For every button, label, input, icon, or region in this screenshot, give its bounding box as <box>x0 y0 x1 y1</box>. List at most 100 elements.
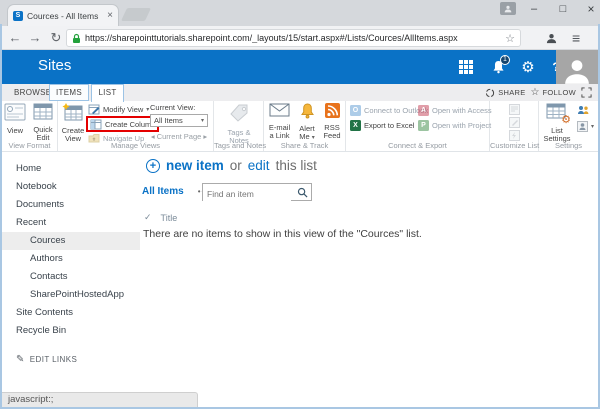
sidebar-item-home[interactable]: Home <box>2 160 140 178</box>
tab-items[interactable]: ITEMS <box>49 84 89 101</box>
quick-edit-button[interactable]: Quick Edit <box>30 103 56 142</box>
form-web-parts-button[interactable] <box>509 104 520 115</box>
alert-me-button[interactable]: Alert Me ▾ <box>295 103 319 142</box>
chrome-menu-icon[interactable]: ≡ <box>572 29 580 47</box>
address-bar[interactable]: https://sharepointtutorials.sharepoint.c… <box>66 29 521 47</box>
export-to-excel-button[interactable]: X Export to Excel <box>350 120 414 131</box>
edit-list-link[interactable]: edit <box>248 158 270 173</box>
site-title[interactable]: Sites <box>38 57 71 74</box>
tab-list[interactable]: LIST <box>91 84 124 102</box>
email-link-button[interactable]: E-mail a Link <box>266 103 293 140</box>
maximize-button[interactable]: □ <box>552 0 574 18</box>
plus-circle-icon[interactable]: + <box>146 159 160 173</box>
rss-feed-button[interactable]: RSS Feed <box>320 103 344 140</box>
app-launcher-icon[interactable] <box>452 50 480 84</box>
outlook-icon: O <box>350 105 361 116</box>
sidebar-item-documents[interactable]: Documents <box>2 196 140 214</box>
close-button[interactable]: × <box>580 0 600 18</box>
previous-page-icon[interactable]: ◂ <box>151 132 155 141</box>
settings-gear-icon[interactable]: ⚙ <box>514 50 542 84</box>
create-column-icon <box>90 118 102 130</box>
find-item-searchbox <box>202 183 312 201</box>
shared-with-button[interactable] <box>577 105 589 115</box>
ribbon: View Quick Edit View Format Create View … <box>2 101 598 152</box>
rss-icon <box>325 103 340 118</box>
edit-links-button[interactable]: ✎ EDIT LINKS <box>2 354 140 365</box>
sidebar-item-recycle-bin[interactable]: Recycle Bin <box>2 322 140 340</box>
connect-to-outlook-button[interactable]: O Connect to Outlook <box>350 105 428 116</box>
sidebar-item-contacts[interactable]: Contacts <box>2 268 140 286</box>
dropdown-caret-icon: ▾ <box>201 117 204 124</box>
forward-button[interactable]: → <box>26 29 44 47</box>
person-icon <box>546 33 557 44</box>
edit-list-icon <box>509 117 520 128</box>
empty-list-message: There are no items to show in this view … <box>143 228 422 240</box>
bookmark-star-icon[interactable]: ☆ <box>505 32 515 45</box>
people-icon <box>577 105 589 115</box>
ribbon-group-connect-export: O Connect to Outlook X Export to Excel A… <box>346 101 490 151</box>
follow-star-icon: ☆ <box>531 87 540 98</box>
tab-close-icon[interactable]: × <box>107 11 113 21</box>
tag-icon <box>227 103 251 123</box>
page-navigation[interactable]: ◂ Current Page ▸ <box>148 132 210 141</box>
reload-button[interactable]: ↻ <box>47 29 65 47</box>
tab-title: Cources - All Items <box>27 11 103 21</box>
quick-launch-nav: Home Notebook Documents Recent Cources A… <box>2 152 140 392</box>
search-icon[interactable] <box>297 187 308 198</box>
tab-browse[interactable]: BROWSE <box>14 84 51 101</box>
share-icon <box>485 88 495 98</box>
minimize-button[interactable]: – <box>523 0 545 18</box>
next-page-icon[interactable]: ▸ <box>203 132 207 141</box>
workflow-settings-button[interactable]: ▾ <box>577 121 594 132</box>
open-with-project-button[interactable]: P Open with Project <box>418 120 491 131</box>
sidebar-item-notebook[interactable]: Notebook <box>2 178 140 196</box>
create-view-button[interactable]: Create View <box>60 103 86 143</box>
select-all-check-icon[interactable]: ✓ <box>144 212 152 223</box>
chrome-profile-icon[interactable] <box>546 31 557 49</box>
form-web-parts-icon <box>509 104 520 115</box>
list-column-header: ✓ Title <box>144 212 177 223</box>
current-view-label: Current View: <box>150 103 195 112</box>
https-lock-icon <box>72 33 81 44</box>
notifications-bell-icon[interactable]: 1 <box>484 50 512 84</box>
create-column-button[interactable]: Create Column <box>86 116 159 132</box>
notification-badge: 1 <box>500 55 510 65</box>
browser-toolbar: ← → ↻ https://sharepointtutorials.sharep… <box>0 26 600 50</box>
back-button[interactable]: ← <box>6 29 24 47</box>
ribbon-tab-row: BROWSE ITEMS LIST SHARE ☆ FOLLOW <box>2 84 598 101</box>
search-input[interactable] <box>203 186 291 202</box>
list-settings-button[interactable]: ⚙ List Settings <box>542 103 572 143</box>
tags-notes-button[interactable]: Tags & Notes <box>224 103 254 145</box>
view-icon <box>4 103 26 121</box>
quick-edit-icon <box>33 103 53 120</box>
profile-chip-icon[interactable] <box>500 2 516 15</box>
follow-button[interactable]: ☆ FOLLOW <box>531 87 576 98</box>
sidebar-item-cources[interactable]: Cources <box>2 232 140 250</box>
modify-view-icon <box>88 103 100 115</box>
envelope-icon <box>269 103 290 118</box>
sidebar-item-site-contents[interactable]: Site Contents <box>2 304 140 322</box>
list-settings-icon: ⚙ <box>545 103 569 123</box>
browser-tab[interactable]: S Cources - All Items × <box>7 4 119 26</box>
grid-icon <box>459 60 473 74</box>
list-command-heading: + new item or edit this list <box>146 158 317 173</box>
view-selector-row: All Items ••• <box>142 186 209 197</box>
share-button[interactable]: SHARE <box>485 88 525 98</box>
new-tab-button[interactable] <box>121 8 151 21</box>
title-column-header[interactable]: Title <box>161 213 178 223</box>
edit-list-button[interactable] <box>509 117 520 128</box>
sidebar-item-sharepointhostedapp[interactable]: SharePointHostedApp <box>2 286 140 304</box>
view-button[interactable]: View <box>2 103 28 135</box>
current-view-dropdown[interactable]: All Items ▾ <box>150 114 208 127</box>
person-icon <box>563 58 591 84</box>
modify-view-button[interactable]: Modify View ▾ <box>88 103 149 115</box>
url-text: https://sharepointtutorials.sharepoint.c… <box>85 33 501 43</box>
new-quick-step-button[interactable] <box>509 130 520 141</box>
focus-on-content-icon[interactable] <box>581 87 592 98</box>
sidebar-item-authors[interactable]: Authors <box>2 250 140 268</box>
user-avatar[interactable] <box>556 50 598 84</box>
open-with-access-button[interactable]: A Open with Access <box>418 105 492 116</box>
view-all-items-link[interactable]: All Items <box>142 186 184 197</box>
new-item-link[interactable]: new item <box>166 158 224 173</box>
browser-window: S Cources - All Items × – □ × ← → ↻ http… <box>0 0 600 409</box>
